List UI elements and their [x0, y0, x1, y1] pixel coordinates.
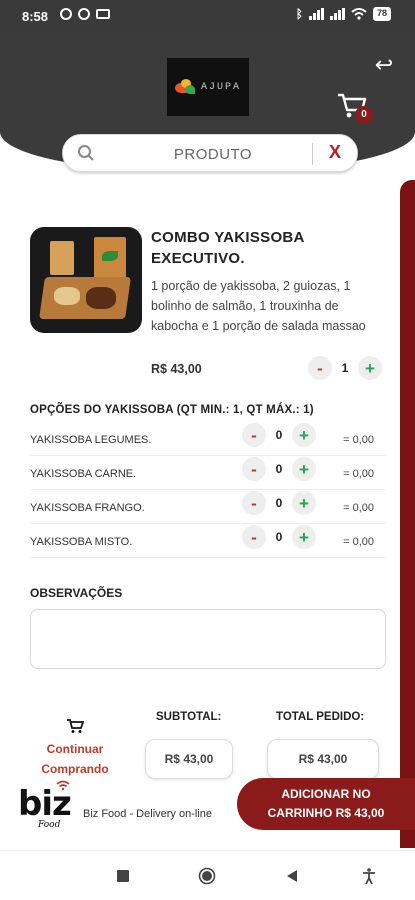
screen: 8:58 ᛒ 78 AJUPA ↩ 0 PRODUTO X COMBO YAKI…	[0, 0, 415, 900]
signal-icon	[308, 8, 324, 20]
wifi-icon	[351, 8, 367, 20]
option-decrease-button[interactable]: -	[242, 457, 266, 481]
back-arrow-icon[interactable]: ↩	[373, 54, 395, 76]
option-quantity-stepper: - 0 +	[242, 423, 316, 447]
search-bar: X	[62, 134, 358, 173]
option-increase-button[interactable]: +	[292, 423, 316, 447]
option-total: = 0,00	[343, 502, 374, 514]
bluetooth-icon: ᛒ	[295, 7, 303, 21]
cart-count-badge: 0	[355, 106, 373, 124]
status-time: 8:58	[22, 9, 49, 24]
options-title: OPÇÕES DO YAKISSOBA (QT MIN.: 1, QT MÁX.…	[30, 404, 314, 416]
status-bar: 8:58 ᛒ 78	[0, 0, 415, 32]
recent-apps-icon[interactable]	[114, 867, 132, 885]
subtotal-label: SUBTOTAL:	[156, 711, 222, 723]
continue-shopping-button[interactable]: Continuar Comprando	[32, 718, 118, 779]
subtotal-value: R$ 43,00	[145, 739, 233, 779]
product-quantity-stepper: - 1 +	[308, 356, 382, 380]
option-quantity-stepper: - 0 +	[242, 457, 316, 481]
option-row: YAKISSOBA FRANGO. - 0 + = 0,00	[30, 491, 386, 524]
observations-title: OBSERVAÇÕES	[30, 586, 123, 600]
option-total: = 0,00	[343, 434, 374, 446]
decrease-quantity-button[interactable]: -	[308, 356, 332, 380]
battery-icon: 78	[372, 7, 391, 21]
restaurant-logo[interactable]: AJUPA	[167, 58, 249, 116]
back-icon[interactable]	[283, 867, 301, 885]
option-quantity-stepper: - 0 +	[242, 525, 316, 549]
option-row: YAKISSOBA CARNE. - 0 + = 0,00	[30, 457, 386, 490]
wifi-icon	[56, 780, 70, 790]
spotify-icon	[78, 8, 90, 20]
logo-bird-icon	[174, 77, 197, 97]
option-decrease-button[interactable]: -	[242, 491, 266, 515]
dnd-icon	[60, 8, 72, 20]
system-navigation-bar	[0, 850, 415, 900]
system-icons: ᛒ 78	[296, 7, 391, 21]
biz-logo-text: biz	[18, 784, 72, 824]
product-image	[30, 227, 142, 333]
option-increase-button[interactable]: +	[292, 491, 316, 515]
option-quantity-value: 0	[275, 428, 283, 442]
option-total: = 0,00	[343, 536, 374, 548]
cart-icon	[67, 719, 84, 733]
observations-field[interactable]	[30, 609, 386, 669]
option-row: YAKISSOBA LEGUMES. - 0 + = 0,00	[30, 423, 386, 456]
signal-2-icon	[329, 8, 345, 20]
option-increase-button[interactable]: +	[292, 457, 316, 481]
notification-icons	[60, 8, 110, 20]
screen-icon	[96, 9, 110, 19]
option-quantity-value: 0	[275, 530, 283, 544]
add-to-cart-button[interactable]: ADICIONAR NO CARRINHO R$ 43,00	[237, 778, 415, 830]
product-description: 1 porção de yakissoba, 2 guiozas, 1 boli…	[151, 279, 366, 333]
biz-logo-subtext: Food	[38, 820, 61, 830]
option-name: YAKISSOBA LEGUMES.	[30, 434, 152, 446]
add-to-cart-label-line1: ADICIONAR NO	[281, 787, 371, 801]
option-total: = 0,00	[343, 468, 374, 480]
option-row: YAKISSOBA MISTO. - 0 + = 0,00	[30, 525, 386, 558]
search-divider	[312, 143, 313, 165]
search-input[interactable]	[123, 135, 303, 173]
add-to-cart-label-line2: CARRINHO R$ 43,00	[267, 806, 385, 820]
option-quantity-stepper: - 0 +	[242, 491, 316, 515]
option-name: YAKISSOBA MISTO.	[30, 536, 133, 548]
option-name: YAKISSOBA FRANGO.	[30, 502, 145, 514]
product-quantity-value: 1	[341, 361, 349, 375]
logo-text: AJUPA	[200, 81, 241, 93]
clear-search-button[interactable]: X	[329, 142, 341, 163]
home-icon[interactable]	[198, 867, 216, 885]
total-value: R$ 43,00	[267, 739, 379, 779]
brand-tagline: Biz Food - Delivery on-line	[83, 808, 212, 820]
option-quantity-value: 0	[275, 496, 283, 510]
option-decrease-button[interactable]: -	[242, 525, 266, 549]
continue-label-line1: Continuar	[46, 742, 104, 756]
increase-quantity-button[interactable]: +	[358, 356, 382, 380]
product-price: R$ 43,00	[151, 362, 202, 376]
search-icon[interactable]	[77, 144, 95, 162]
biz-food-logo: biz Food	[18, 778, 78, 830]
side-accent-strip	[400, 180, 415, 848]
total-label: TOTAL PEDIDO:	[276, 711, 365, 723]
option-name: YAKISSOBA CARNE.	[30, 468, 137, 480]
product-title: COMBO YAKISSOBA EXECUTIVO.	[151, 229, 305, 267]
option-quantity-value: 0	[275, 462, 283, 476]
continue-label-line2: Comprando	[41, 762, 109, 776]
option-increase-button[interactable]: +	[292, 525, 316, 549]
option-decrease-button[interactable]: -	[242, 423, 266, 447]
accessibility-icon[interactable]	[360, 867, 378, 885]
